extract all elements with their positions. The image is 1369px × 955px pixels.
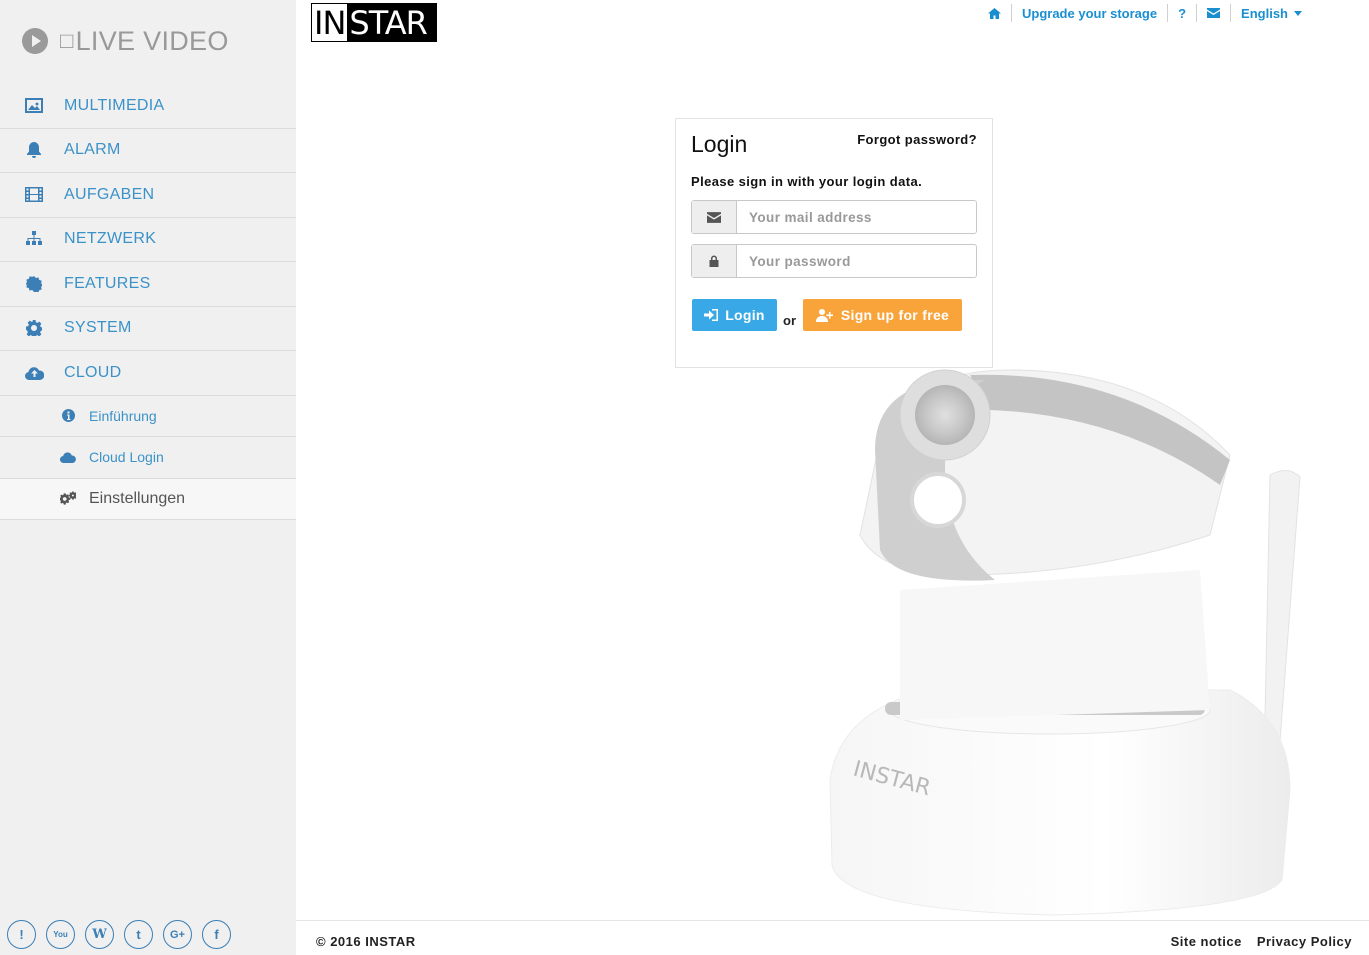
home-link[interactable] (978, 4, 1011, 22)
envelope-icon (692, 201, 737, 233)
sidebar-subitem-label: Einführung (89, 407, 157, 424)
sidebar-item-system[interactable]: SYSTEM (0, 307, 296, 351)
sidebar-item-label: SYSTEM (64, 319, 132, 337)
or-separator: or (783, 313, 796, 328)
camera-illustration: INSTAR (829, 369, 1301, 916)
envelope-icon (1207, 8, 1221, 18)
youtube-icon[interactable]: You (46, 920, 75, 949)
info-circle-icon (60, 408, 76, 424)
sidebar-item-label: ALARM (64, 141, 121, 159)
login-button-label: Login (725, 307, 765, 323)
bell-icon (24, 141, 44, 159)
sitemap-icon (24, 230, 44, 248)
live-video-box-glyph: □ (60, 28, 74, 53)
help-link[interactable]: ? (1167, 4, 1196, 22)
sidebar: □ LIVE VIDEO MULTIMEDIA ALARM AUFGABEN N… (0, 0, 296, 955)
sidebar-item-label: AUFGABEN (64, 185, 155, 203)
sidebar-subitem-einstellungen[interactable]: Einstellungen (0, 478, 296, 520)
social-links: ! You W t G+ f (7, 920, 231, 949)
user-plus-icon (815, 308, 833, 322)
login-hint: Please sign in with your login data. (691, 174, 923, 189)
caret-down-icon (1294, 10, 1302, 16)
login-panel: Login Forgot password? Please sign in wi… (675, 118, 993, 368)
language-label: English (1241, 5, 1288, 21)
live-video-link[interactable]: □ LIVE VIDEO (22, 24, 229, 58)
top-navigation: Upgrade your storage ? English (978, 4, 1312, 22)
instar-logo[interactable]: IN STAR (311, 3, 437, 42)
google-plus-icon[interactable]: G+ (163, 920, 192, 949)
sidebar-subitem-einfuehrung[interactable]: Einführung (0, 396, 296, 437)
signup-button[interactable]: Sign up for free (803, 299, 962, 331)
sidebar-item-label: CLOUD (64, 363, 122, 381)
login-button[interactable]: Login (692, 299, 777, 331)
sidebar-item-multimedia[interactable]: MULTIMEDIA (0, 84, 296, 129)
warning-icon[interactable]: ! (7, 920, 36, 949)
sidebar-item-label: FEATURES (64, 274, 151, 292)
gears-icon (60, 491, 76, 507)
copyright-text: © 2016 INSTAR (316, 934, 416, 949)
film-icon (24, 186, 44, 204)
play-circle-icon (22, 28, 48, 54)
email-input[interactable] (737, 201, 976, 233)
sign-in-icon (704, 309, 719, 321)
sidebar-item-features[interactable]: FEATURES (0, 262, 296, 307)
footer-links: Site notice Privacy Policy (1171, 934, 1352, 949)
sidebar-item-label: MULTIMEDIA (64, 96, 165, 114)
sidebar-item-cloud[interactable]: CLOUD (0, 351, 296, 396)
sidebar-item-aufgaben[interactable]: AUFGABEN (0, 173, 296, 218)
logo-star-text: STAR (349, 3, 427, 42)
language-dropdown[interactable]: English (1230, 4, 1312, 22)
login-title: Login (691, 131, 748, 157)
facebook-icon[interactable]: f (202, 920, 231, 949)
mail-link[interactable] (1196, 4, 1230, 22)
sidebar-subitem-label: Einstellungen (89, 489, 186, 507)
image-icon (24, 97, 44, 115)
sidebar-item-netzwerk[interactable]: NETZWERK (0, 218, 296, 262)
twitter-icon[interactable]: t (124, 920, 153, 949)
privacy-policy-link[interactable]: Privacy Policy (1257, 934, 1352, 949)
upgrade-storage-link[interactable]: Upgrade your storage (1011, 4, 1167, 22)
sidebar-item-label: NETZWERK (64, 230, 157, 248)
home-icon (988, 7, 1001, 19)
sidebar-menu: MULTIMEDIA ALARM AUFGABEN NETZWERK FEATU… (0, 84, 296, 520)
password-input[interactable] (737, 245, 976, 277)
sidebar-item-alarm[interactable]: ALARM (0, 129, 296, 173)
site-notice-link[interactable]: Site notice (1171, 934, 1242, 949)
cloud-upload-icon (24, 364, 44, 382)
gear-icon (24, 319, 44, 337)
certificate-icon (24, 275, 44, 293)
signup-button-label: Sign up for free (840, 307, 950, 323)
live-video-label: LIVE VIDEO (75, 25, 229, 56)
logo-in-text: IN (312, 3, 348, 42)
sidebar-subitem-label: Cloud Login (89, 449, 164, 466)
sidebar-subitem-cloud-login[interactable]: Cloud Login (0, 437, 296, 479)
email-field (691, 200, 977, 234)
wikipedia-icon[interactable]: W (85, 920, 114, 949)
password-field (691, 244, 977, 278)
cloud-icon (60, 449, 76, 465)
lock-icon (692, 245, 737, 277)
footer: © 2016 INSTAR Site notice Privacy Policy (296, 920, 1369, 955)
forgot-password-link[interactable]: Forgot password? (857, 132, 977, 147)
